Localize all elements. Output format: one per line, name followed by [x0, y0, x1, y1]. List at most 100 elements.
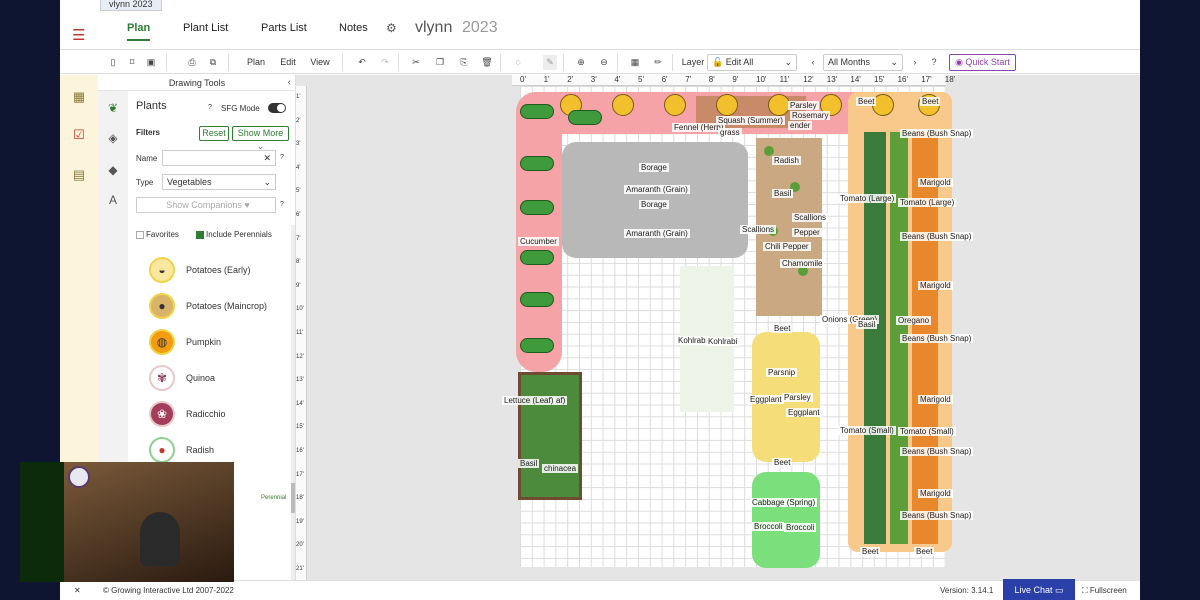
cucumber-icon[interactable]: [520, 338, 554, 353]
plant-item-radicchio[interactable]: ❀ Radicchio: [149, 401, 289, 431]
show-more-button[interactable]: Show More ⌄: [232, 126, 289, 151]
garden-canvas[interactable]: 0' 1' 2' 3' 4' 5' 6' 7' 8' 9' 10' 11' 12' 13' 14' 15' 16…: [296, 75, 1140, 580]
quinoa-icon: ✾: [149, 365, 175, 391]
nav-plan[interactable]: Plan: [127, 22, 151, 41]
filters-label: Filters: [136, 128, 161, 137]
ruler-tick: 16': [296, 448, 304, 454]
collapse-icon[interactable]: ‹: [288, 75, 291, 91]
gear-icon[interactable]: ⚙: [386, 21, 397, 35]
cucumber-icon[interactable]: [520, 250, 554, 265]
ruler-tick: 10': [756, 75, 767, 84]
shapes-icon[interactable]: ◆: [105, 163, 121, 177]
live-chat-button[interactable]: Live Chat ▭: [1003, 579, 1075, 600]
copyright: © Growing Interactive Ltd 2007-2022: [103, 586, 234, 595]
plant-name: Potatoes (Maincrop): [186, 301, 268, 311]
reset-button[interactable]: Reset: [199, 126, 229, 141]
sfg-mode-toggle[interactable]: [268, 103, 286, 113]
export-icon[interactable]: ⧉: [206, 55, 220, 70]
squash-icon[interactable]: [768, 94, 790, 116]
ruler-tick: 10': [296, 306, 304, 313]
squash-icon[interactable]: [612, 94, 634, 116]
cucumber-icon[interactable]: [520, 292, 554, 307]
cut-icon[interactable]: ✂: [409, 55, 423, 70]
quick-start-label: Quick Start: [965, 57, 1010, 67]
panel-title: Drawing Tools ‹: [98, 75, 296, 91]
plan-year: 2023: [462, 19, 498, 36]
fullscreen-button[interactable]: ⛶ Fullscreen: [1082, 586, 1127, 596]
help-icon[interactable]: ?: [280, 201, 284, 208]
cucumber-icon[interactable]: [520, 104, 554, 119]
dashboard-icon[interactable]: ▦: [70, 89, 88, 105]
leaf-icon[interactable]: ❦: [105, 101, 121, 115]
new-file-icon[interactable]: ▯: [106, 55, 120, 70]
grid-icon[interactable]: ▦: [628, 55, 642, 70]
copy-icon[interactable]: ❐: [433, 55, 447, 70]
menu-icon[interactable]: ☰: [72, 26, 85, 44]
help-icon[interactable]: ?: [280, 154, 284, 161]
select-icon[interactable]: ◌: [511, 55, 525, 70]
plant-label: Rosemary: [790, 111, 831, 120]
print-icon[interactable]: ⎙: [185, 55, 199, 70]
brassica-bed[interactable]: [752, 472, 820, 568]
plant-label: Cucumber: [518, 237, 559, 246]
nav-notes[interactable]: Notes: [339, 22, 368, 34]
garden-grid[interactable]: Fennel (Herb) Squash (Summer) grass Pars…: [502, 86, 974, 568]
zoom-out-icon[interactable]: ⊖: [597, 55, 611, 70]
cube-icon[interactable]: ◈: [105, 131, 121, 145]
show-companions-button[interactable]: Show Companions ♥: [136, 197, 276, 213]
checklist-icon[interactable]: ☑: [70, 127, 88, 143]
text-icon[interactable]: A: [105, 193, 121, 207]
nav-plant-list[interactable]: Plant List: [183, 22, 228, 34]
menu-edit[interactable]: Edit: [276, 55, 300, 70]
delete-icon[interactable]: 🗑: [480, 55, 494, 70]
plant-name: Pumpkin: [186, 337, 222, 347]
plant-item-potatoes-early[interactable]: ◒ Potatoes (Early): [149, 257, 289, 287]
open-file-icon[interactable]: ⌑: [125, 55, 139, 70]
plant-item-pumpkin[interactable]: ◍ Pumpkin: [149, 329, 289, 359]
clear-icon[interactable]: ✕: [263, 151, 271, 165]
paste-icon[interactable]: ⎘: [457, 55, 471, 70]
ruler-tick: 11': [296, 330, 304, 336]
cucumber-bed[interactable]: [516, 92, 562, 372]
map-icon[interactable]: ▤: [70, 167, 88, 183]
plant-label: Beans (Bush Snap): [900, 232, 974, 241]
webcam-overlay: [20, 462, 234, 582]
ruler-tick: 1': [543, 75, 550, 84]
panel-scrollbar[interactable]: [291, 225, 295, 580]
chevron-left-icon[interactable]: ‹: [806, 55, 820, 70]
nav-parts-list[interactable]: Parts List: [261, 22, 307, 34]
months-select[interactable]: All Months ⌄: [823, 54, 903, 71]
redo-icon[interactable]: ↷: [378, 55, 392, 70]
save-icon[interactable]: ▣: [144, 55, 158, 70]
cucumber-icon[interactable]: [520, 200, 554, 215]
chevron-right-icon[interactable]: ›: [908, 55, 922, 70]
pencil-icon[interactable]: ✏: [651, 55, 665, 70]
include-perennials-checkbox[interactable]: [196, 231, 204, 239]
ruler-tick: 14': [296, 400, 304, 407]
menu-view[interactable]: View: [308, 55, 332, 70]
window-tab[interactable]: vlynn 2023: [100, 0, 162, 11]
sfg-mode-label: SFG Mode: [221, 104, 260, 113]
favorites-checkbox[interactable]: [136, 231, 144, 239]
type-label: Type: [136, 178, 154, 187]
squash-icon[interactable]: [664, 94, 686, 116]
layer-select[interactable]: 🔓 Edit All ⌄: [707, 54, 797, 71]
plant-item-quinoa[interactable]: ✾ Quinoa: [149, 365, 289, 395]
help-icon[interactable]: ?: [208, 104, 212, 111]
close-icon[interactable]: ✕: [74, 586, 81, 595]
plant-item-potatoes-maincrop[interactable]: ● Potatoes (Maincrop): [149, 293, 289, 323]
plant-label: Broccoli: [784, 523, 817, 532]
quick-start-button[interactable]: ◉ Quick Start: [949, 54, 1016, 71]
undo-icon[interactable]: ↶: [355, 55, 369, 70]
zoom-in-icon[interactable]: ⊕: [574, 55, 588, 70]
help-icon[interactable]: ?: [927, 55, 941, 70]
plant-label: Beans (Bush Snap): [900, 447, 974, 456]
edit-shape-icon[interactable]: ✎: [543, 55, 557, 70]
menu-plan[interactable]: Plan: [244, 55, 268, 70]
name-filter-input[interactable]: ✕: [162, 150, 276, 166]
squash-icon[interactable]: [716, 94, 738, 116]
cucumber-icon[interactable]: [520, 156, 554, 171]
cucumber-icon[interactable]: [568, 110, 602, 125]
type-select[interactable]: Vegetables ⌄: [162, 174, 276, 190]
lettuce-bed[interactable]: [518, 372, 582, 500]
